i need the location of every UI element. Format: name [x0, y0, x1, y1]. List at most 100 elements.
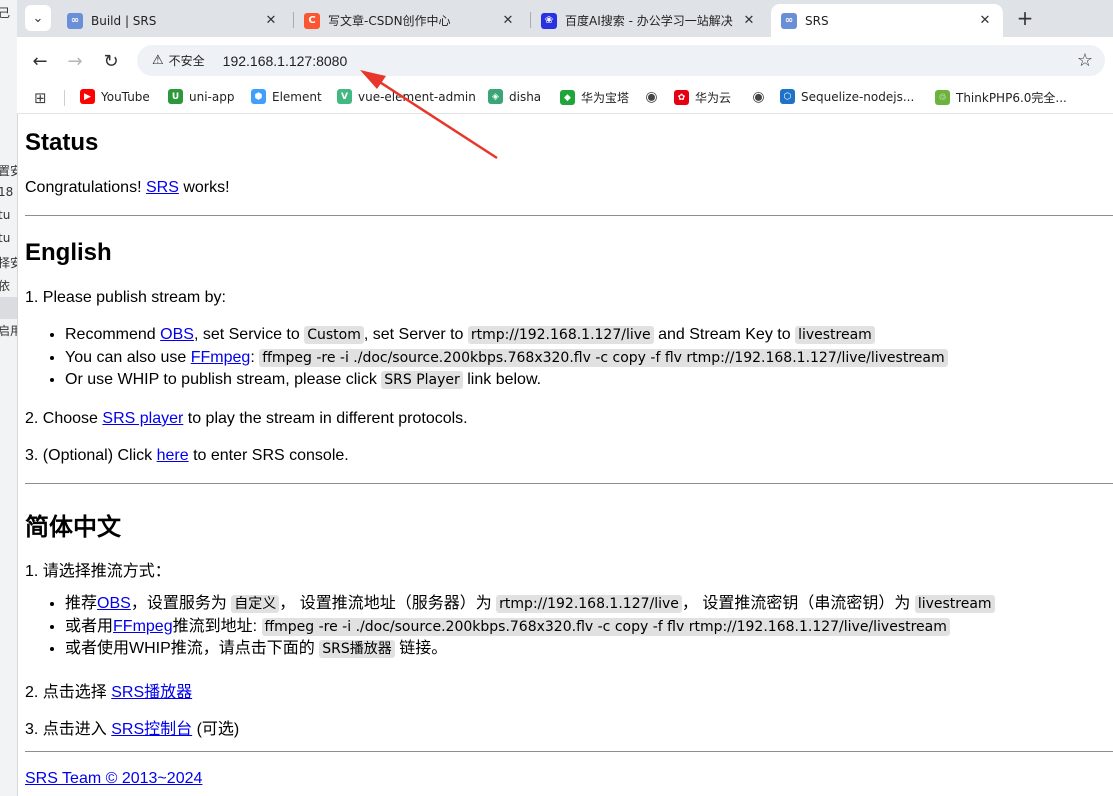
- tab-csdn[interactable]: C 写文章-CSDN创作中心 ✕: [294, 4, 526, 37]
- status-message: Congratulations! SRS works!: [25, 179, 230, 196]
- bookmark-globe-item[interactable]: ◉: [751, 88, 772, 105]
- obs-link[interactable]: OBS: [97, 595, 131, 612]
- code-ffmpeg-command: ffmpeg -re -i ./doc/source.200kbps.768x3…: [259, 348, 948, 367]
- back-button[interactable]: ←: [29, 50, 51, 72]
- bookmark-label: Sequelize-nodejs...: [801, 89, 915, 104]
- bookmark-item[interactable]: ⬢ Element: [251, 89, 322, 104]
- english-step-3: 3. (Optional) Click here to enter SRS co…: [25, 447, 349, 464]
- bookmark-item[interactable]: ▶ YouTube: [80, 89, 150, 104]
- bookmark-divider: [64, 90, 65, 106]
- tab-baidu-ai[interactable]: ❀ 百度AI搜索 - 办公学习一站解决 ✕: [531, 4, 767, 37]
- bookmark-favicon-icon: ⬢: [251, 89, 266, 104]
- arrow-left-icon: ←: [32, 50, 48, 72]
- bookmark-label: Element: [272, 89, 322, 104]
- chinese-publish-list: 推荐OBS，设置服务为 自定义， 设置推流地址（服务器）为 rtmp://192…: [25, 593, 995, 661]
- bookmarks-bar: ⊞ ▶ YouTube Uuni-app ⬢ Element Vvue-element-a…: [17, 83, 1113, 114]
- english-step-2: 2. Choose SRS player to play the stream …: [25, 410, 468, 427]
- english-publish-list: Recommend OBS, set Service to Custom, se…: [25, 324, 948, 392]
- bookmark-item[interactable]: ◈ disha: [488, 89, 541, 104]
- english-step-1: 1. Please publish stream by:: [25, 289, 226, 306]
- browser-toolbar: ← → ↻ ⚠ 不安全 192.168.1.127:8080 ☆: [17, 37, 1113, 83]
- bookmark-globe-item[interactable]: ◉: [644, 89, 665, 105]
- list-item: 或者用FFmpeg推流到地址: ffmpeg -re -i ./doc/sour…: [65, 616, 995, 639]
- list-item: 或者使用WHIP推流，请点击下面的 SRS播放器 链接。: [65, 638, 995, 661]
- tab-build-srs[interactable]: ∞ Build | SRS ✕: [57, 4, 289, 37]
- status-heading: Status: [25, 129, 99, 156]
- code-custom: 自定义: [231, 595, 280, 613]
- console-here-link[interactable]: here: [157, 447, 189, 464]
- bookmark-item[interactable]: Vvue-element-admin: [337, 89, 476, 104]
- tab-title: 百度AI搜索 - 办公学习一站解决: [565, 14, 733, 28]
- tab-title: Build | SRS: [91, 13, 157, 28]
- chinese-heading: 简体中文: [25, 514, 121, 541]
- bookmark-favicon-icon: U: [168, 89, 183, 104]
- security-indicator[interactable]: ⚠ 不安全: [146, 49, 211, 73]
- code-stream-key: livestream: [795, 326, 875, 344]
- strip-text: 己: [0, 4, 10, 21]
- code-srs-player: SRS播放器: [319, 640, 395, 658]
- arrow-right-icon: →: [67, 50, 83, 72]
- srs-player-link[interactable]: SRS player: [102, 410, 183, 427]
- list-item: Or use WHIP to publish stream, please cl…: [65, 369, 948, 392]
- bookmark-label: ThinkPHP6.0完全...: [956, 91, 1067, 105]
- ffmpeg-link[interactable]: FFmpeg: [113, 618, 173, 635]
- close-icon[interactable]: ✕: [741, 13, 757, 28]
- code-server: rtmp://192.168.1.127/live: [467, 326, 654, 344]
- srs-console-link[interactable]: SRS控制台: [111, 721, 192, 738]
- chinese-step-3: 3. 点击进入 SRS控制台 (可选): [25, 721, 240, 738]
- list-item: 推荐OBS，设置服务为 自定义， 设置推流地址（服务器）为 rtmp://192…: [65, 593, 995, 616]
- bookmark-favicon-icon: V: [337, 89, 352, 104]
- srs-favicon-icon: ∞: [781, 12, 797, 29]
- bookmark-item[interactable]: ♲ ThinkPHP6.0完全...: [935, 89, 1067, 106]
- english-heading: English: [25, 239, 112, 266]
- srs-favicon-icon: ∞: [67, 12, 83, 29]
- close-icon[interactable]: ✕: [263, 13, 279, 28]
- bookmark-item[interactable]: ✿ 华为云: [674, 89, 731, 106]
- tab-bar: ⌄ ∞ Build | SRS ✕ C 写文章-CSDN创作中心 ✕ ❀ 百度A…: [17, 0, 1113, 37]
- strip-text: tu: [0, 208, 11, 222]
- bookmark-label: vue-element-admin: [358, 89, 476, 104]
- srs-player-link[interactable]: SRS播放器: [111, 684, 192, 701]
- tab-title: 写文章-CSDN创作中心: [328, 14, 451, 28]
- apps-grid-icon[interactable]: ⊞: [34, 89, 47, 107]
- globe-icon: ◉: [752, 88, 765, 105]
- csdn-favicon-icon: C: [304, 12, 320, 29]
- bookmark-label: 华为云: [695, 91, 732, 105]
- bookmark-favicon-icon: ✿: [674, 90, 689, 105]
- divider: [25, 751, 1113, 752]
- footer: SRS Team © 2013~2024: [25, 770, 202, 788]
- forward-button[interactable]: →: [64, 50, 86, 72]
- bookmark-favicon-icon: ◈: [488, 89, 503, 104]
- code-ffmpeg-command: ffmpeg -re -i ./doc/source.200kbps.768x3…: [261, 617, 950, 636]
- tab-srs-active[interactable]: ∞ SRS ✕: [771, 4, 1003, 37]
- divider: [25, 483, 1113, 484]
- strip-text: 置安: [0, 162, 17, 179]
- strip-highlight: [0, 297, 17, 319]
- obs-link[interactable]: OBS: [160, 326, 194, 343]
- bookmark-star-icon[interactable]: ☆: [1077, 50, 1093, 71]
- baidu-favicon-icon: ❀: [541, 12, 557, 29]
- bookmark-item[interactable]: ◆ 华为宝塔: [560, 89, 629, 106]
- tab-title: SRS: [805, 13, 829, 28]
- bookmark-favicon-icon: ⬡: [780, 89, 795, 104]
- close-icon[interactable]: ✕: [500, 13, 516, 28]
- url-text[interactable]: 192.168.1.127:8080: [223, 53, 348, 69]
- srs-link[interactable]: SRS: [146, 179, 179, 196]
- plus-icon: +: [1016, 6, 1034, 30]
- bookmark-item[interactable]: ⬡ Sequelize-nodejs...: [780, 89, 914, 104]
- bookmark-label: uni-app: [189, 89, 235, 104]
- new-tab-button[interactable]: +: [1013, 6, 1037, 30]
- strip-text: 18: [0, 185, 14, 199]
- list-item: Recommend OBS, set Service to Custom, se…: [65, 324, 948, 347]
- chinese-step-1: 1. 请选择推流方式：: [25, 563, 171, 580]
- reload-button[interactable]: ↻: [100, 50, 122, 72]
- address-bar[interactable]: ⚠ 不安全 192.168.1.127:8080 ☆: [137, 45, 1105, 76]
- ffmpeg-link[interactable]: FFmpeg: [191, 349, 251, 366]
- close-icon[interactable]: ✕: [977, 13, 993, 28]
- chinese-step-2: 2. 点击选择 SRS播放器: [25, 684, 193, 701]
- srs-team-link[interactable]: SRS Team © 2013~2024: [25, 770, 202, 787]
- code-srs-player: SRS Player: [381, 371, 463, 389]
- strip-text: tu: [0, 231, 11, 245]
- tab-search-button[interactable]: ⌄: [25, 5, 51, 31]
- bookmark-item[interactable]: Uuni-app: [168, 89, 234, 104]
